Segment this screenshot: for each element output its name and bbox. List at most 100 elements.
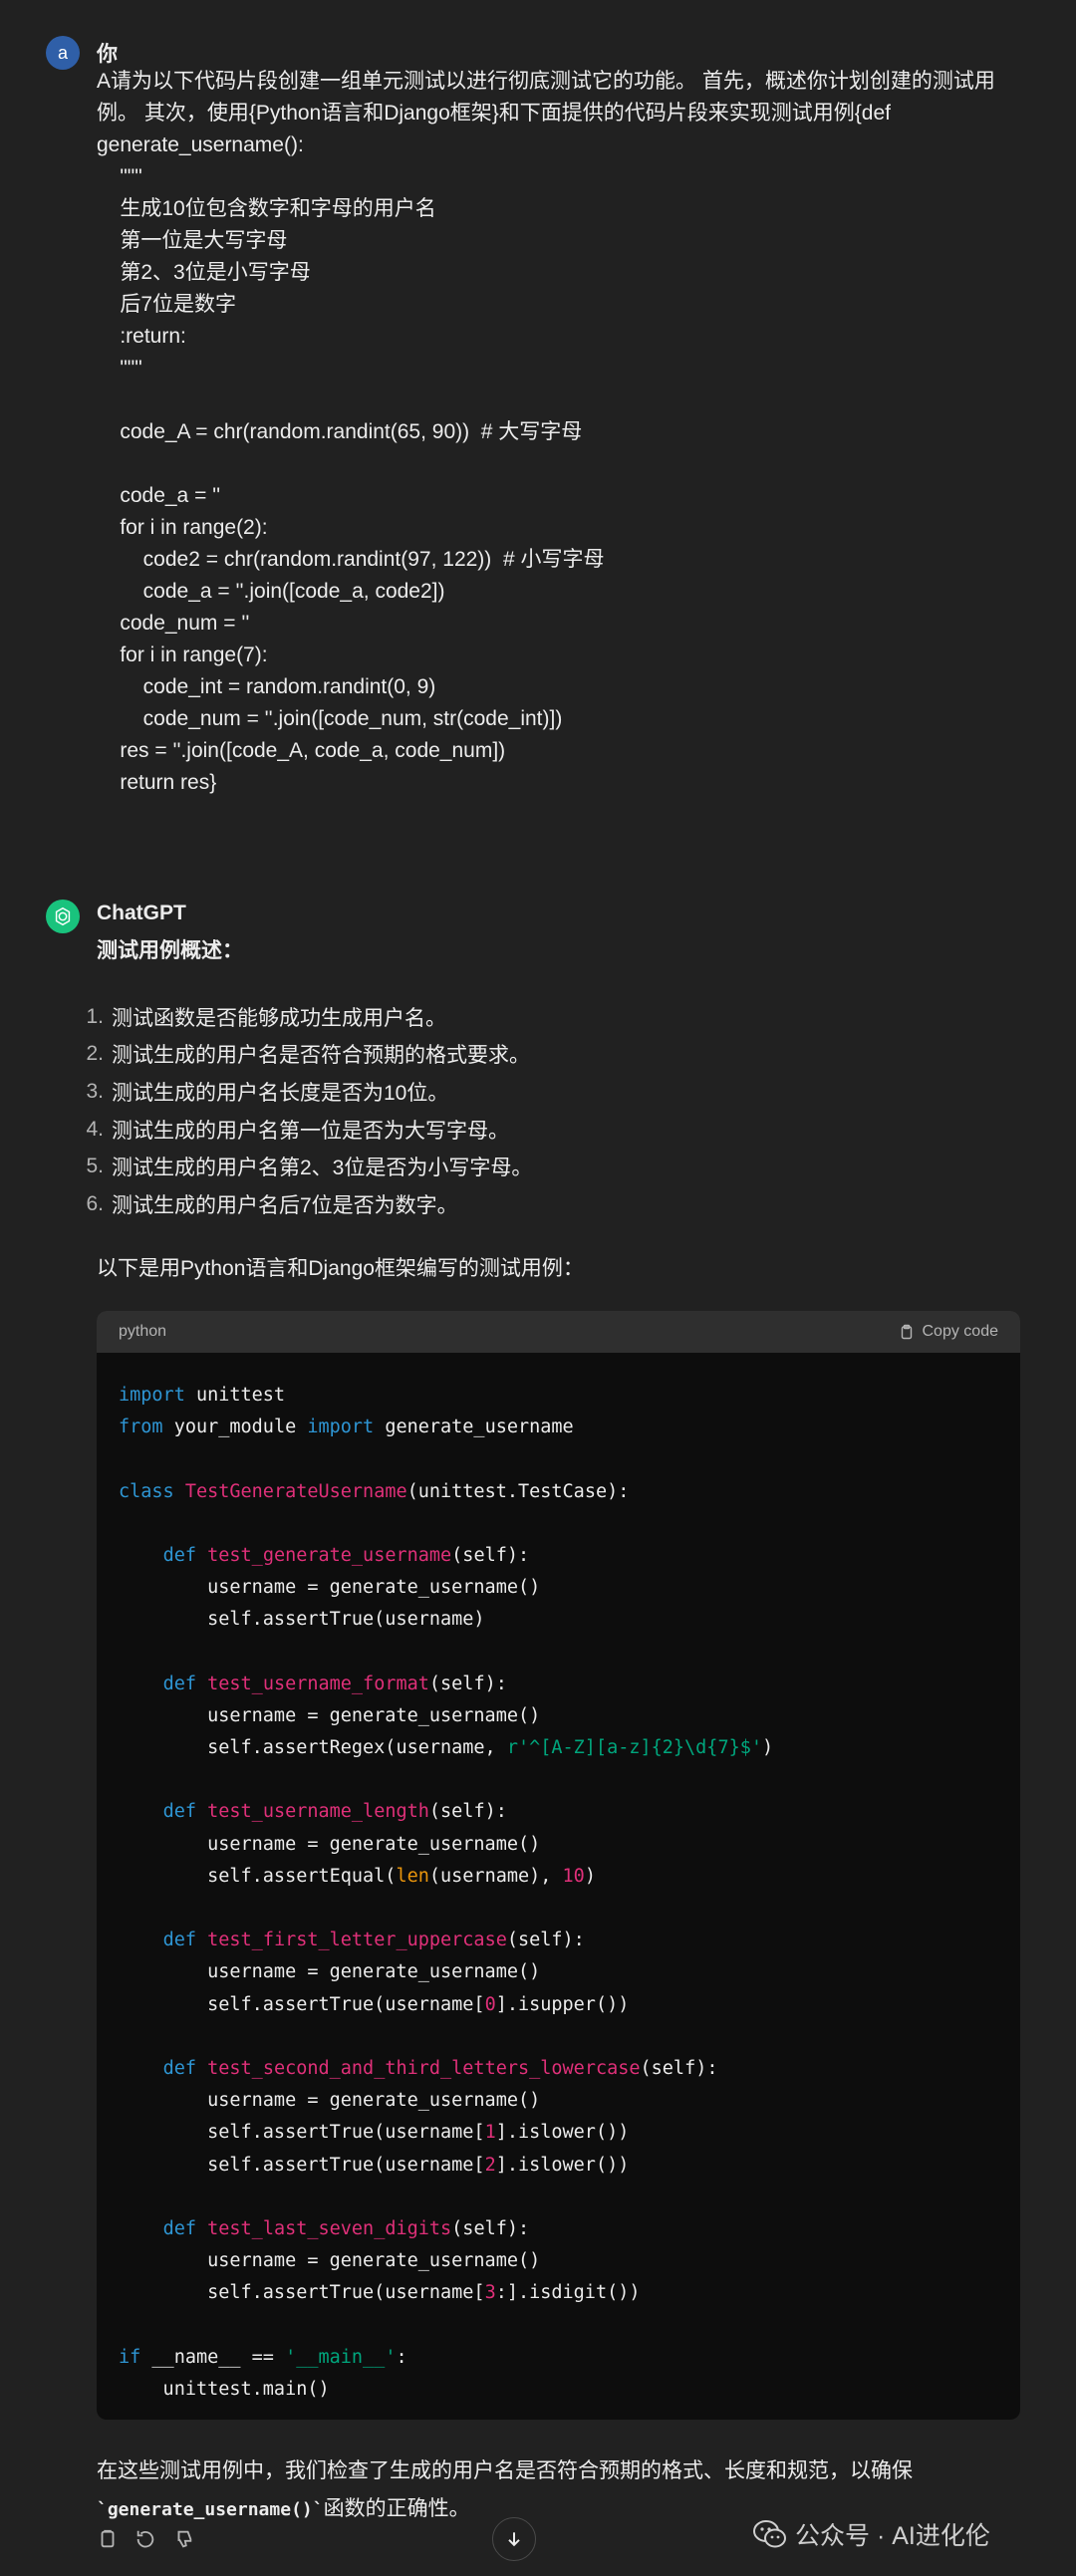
code-token: : <box>396 2346 407 2368</box>
test-case-text: 测试函数是否能够成功生成用户名。 <box>112 1006 446 1030</box>
code-line: def test_username_length(self): <box>119 1796 998 1828</box>
test-case-text: 测试生成的用户名第一位是否为大写字母。 <box>112 1119 509 1143</box>
test-case-text: 测试生成的用户名后7位是否为数字。 <box>112 1193 458 1217</box>
code-token: test_second_and_third_letters_lowercase <box>207 2057 641 2079</box>
code-token: (self): <box>428 1801 507 1823</box>
user-message-line: 第一位是大写字母 <box>97 229 288 252</box>
code-block: python Copy code import unittest from you… <box>97 1311 1020 2420</box>
code-token: def <box>162 2217 196 2239</box>
code-token: 0 <box>484 1993 496 2015</box>
code-line: if __name__ == '__main__': <box>119 2342 998 2374</box>
code-token: generate_username <box>374 1417 574 1438</box>
code-line: self.assertRegex(username, r'^[A-Z][a-z]… <box>119 1732 998 1764</box>
test-case-number: 3. <box>86 1079 104 1103</box>
code-token: username = generate_username() <box>119 1704 541 1726</box>
code-token: import <box>119 1385 185 1406</box>
code-line: self.assertTrue(username[3:].isdigit()) <box>119 2277 998 2309</box>
code-token: (self): <box>428 1673 507 1694</box>
user-message-line: code_a = ''.join([code_a, code2]) <box>97 580 445 603</box>
user-message-line: code_int = random.randint(0, 9) <box>97 675 436 698</box>
code-line: def test_first_letter_uppercase(self): <box>119 1925 998 1956</box>
thumbs-down-icon[interactable] <box>172 2528 194 2550</box>
user-message-line: A请为以下代码片段创建一组单元测试以进行彻底测试它的功能。 首先，概述你计划创建… <box>97 70 995 93</box>
code-token: your_module <box>162 1417 308 1438</box>
code-line: self.assertEqual(len(username), 10) <box>119 1861 998 1893</box>
code-line: from your_module import generate_usernam… <box>119 1412 998 1443</box>
code-line: self.assertTrue(username[0].isupper()) <box>119 1989 998 2021</box>
code-token: ].isupper()) <box>495 1993 630 2015</box>
watermark: 公众号 · AI进化伦 <box>753 2516 990 2552</box>
code-token: (unittest.TestCase): <box>406 1480 630 1502</box>
code-token: def <box>162 1801 196 1823</box>
code-token: self.assertTrue(username[ <box>119 1993 485 2015</box>
test-case-text: 测试生成的用户名是否符合预期的格式要求。 <box>112 1044 530 1068</box>
code-token: 2 <box>484 2154 496 2176</box>
copy-code-button[interactable]: Copy code <box>899 1323 998 1341</box>
test-case-number: 5. <box>86 1155 104 1178</box>
copy-icon[interactable] <box>97 2528 119 2550</box>
code-token: ) <box>584 1865 596 1887</box>
code-token: def <box>162 1673 196 1694</box>
user-message-line: code2 = chr(random.randint(97, 122)) # 小… <box>97 548 605 571</box>
user-message-line: code_num = '' <box>97 612 250 635</box>
code-token: test_generate_username <box>207 1544 452 1566</box>
code-token: r'^[A-Z][a-z]{2}\d{7}$' <box>506 1737 763 1759</box>
code-token: (self): <box>506 1930 585 1951</box>
test-case-item: 2. 测试生成的用户名是否符合预期的格式要求。 <box>74 1036 532 1074</box>
code-token: (username), <box>428 1865 563 1887</box>
scroll-down-button[interactable] <box>492 2517 536 2561</box>
code-token: if <box>119 2346 141 2368</box>
user-avatar-letter: a <box>57 42 68 63</box>
test-case-item: 4. 测试生成的用户名第一位是否为大写字母。 <box>74 1111 532 1149</box>
test-case-number: 2. <box>86 1042 104 1066</box>
code-token: self.assertEqual( <box>119 1865 397 1887</box>
code-token: (self): <box>451 2217 530 2239</box>
user-message: A请为以下代码片段创建一组单元测试以进行彻底测试它的功能。 首先，概述你计划创建… <box>97 66 1023 799</box>
test-case-item: 3. 测试生成的用户名长度是否为10位。 <box>74 1073 532 1111</box>
user-message-line: :return: <box>97 325 186 348</box>
code-line: username = generate_username() <box>119 1700 998 1732</box>
arrow-down-icon <box>508 2532 520 2547</box>
regenerate-icon[interactable] <box>134 2528 156 2550</box>
user-message-line: 后7位是数字 <box>97 293 237 316</box>
code-token: def <box>162 1544 196 1566</box>
code-line: username = generate_username() <box>119 1829 998 1861</box>
test-case-item: 6. 测试生成的用户名后7位是否为数字。 <box>74 1185 532 1223</box>
code-language-label: python <box>119 1323 167 1340</box>
test-case-text: 测试生成的用户名长度是否为10位。 <box>112 1081 449 1105</box>
assistant-name: ChatGPT <box>97 902 186 924</box>
code-token: username = generate_username() <box>119 1833 541 1855</box>
code-token: ].islower()) <box>495 2122 630 2144</box>
user-message-line <box>97 385 1023 416</box>
code-token: test_first_letter_uppercase <box>207 1930 507 1951</box>
code-token: TestGenerateUsername <box>184 1480 407 1502</box>
code-token: test_username_format <box>207 1673 429 1694</box>
code-token: 1 <box>484 2122 496 2144</box>
user-message-line: for i in range(7): <box>97 644 268 666</box>
code-line: username = generate_username() <box>119 1572 998 1604</box>
test-case-item: 1. 测试函数是否能够成功生成用户名。 <box>74 998 532 1036</box>
code-token: def <box>162 2057 196 2079</box>
code-line: import unittest <box>119 1380 998 1412</box>
code-token: self.assertTrue(username[ <box>119 2122 485 2144</box>
user-message-line: code_num = ''.join([code_num, str(code_i… <box>97 707 563 730</box>
test-case-text: 测试生成的用户名第2、3位是否为小写字母。 <box>112 1157 533 1180</box>
overview-heading: 测试用例概述： <box>97 939 243 962</box>
code-token: unittest.main() <box>119 2378 330 2400</box>
closing-text-before: 在这些测试用例中，我们检查了生成的用户名是否符合预期的格式、长度和规范，以确保 <box>97 2459 913 2482</box>
user-message-line: 例。 其次，使用{Python语言和Django框架}和下面提供的代码片段来实现… <box>97 102 891 125</box>
wechat-icon <box>753 2520 786 2548</box>
code-token: ) <box>762 1737 774 1759</box>
user-message-line: """ <box>97 357 142 380</box>
